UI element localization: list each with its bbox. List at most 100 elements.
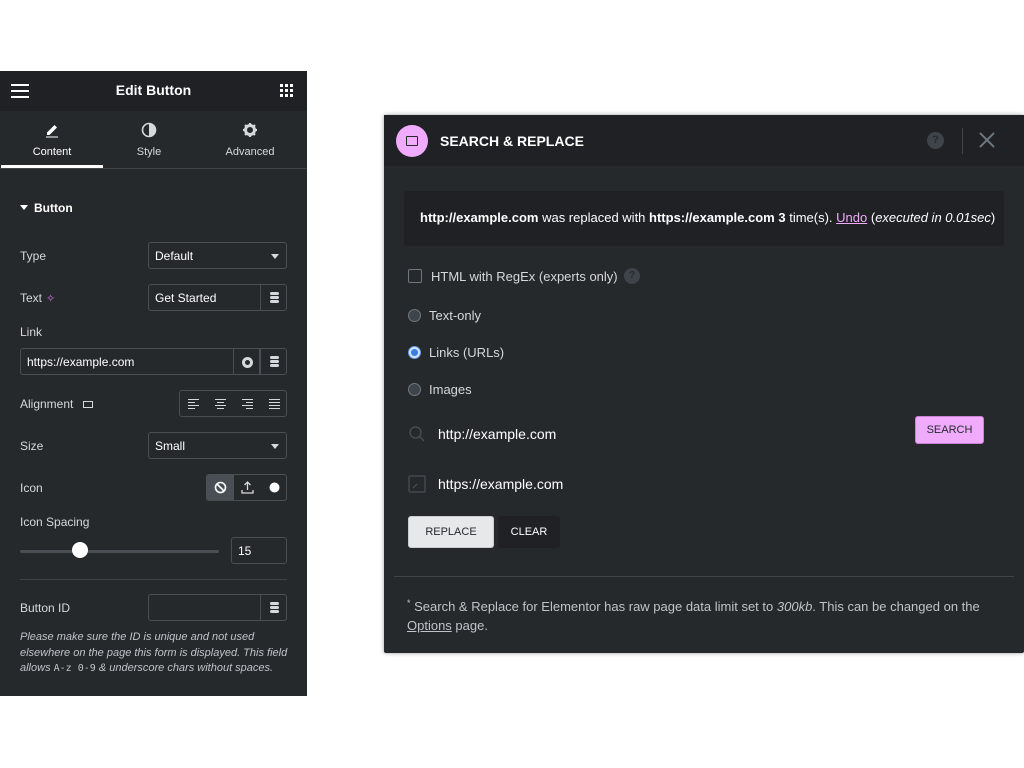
radio-button-checked[interactable] <box>408 346 421 359</box>
alignment-label-wrap: Alignment <box>20 397 94 411</box>
dynamic-tags-button[interactable] <box>260 284 287 311</box>
search-replace-logo-icon <box>396 125 428 157</box>
alignment-label: Alignment <box>20 397 74 411</box>
text-label: Text <box>20 291 43 305</box>
footer-text-3: page. <box>451 618 488 633</box>
button-id-input[interactable] <box>148 594 261 621</box>
upload-icon[interactable] <box>234 475 261 500</box>
replace-button[interactable]: REPLACE <box>408 516 494 548</box>
undo-link[interactable]: Undo <box>836 210 867 225</box>
pencil-icon <box>1 122 103 138</box>
mode-label: Images <box>429 382 472 397</box>
footer-text-2: . This can be changed on the <box>812 599 980 614</box>
icon-spacing-label: Icon Spacing <box>20 515 90 529</box>
type-label: Type <box>20 249 47 263</box>
alignment-choices <box>179 390 287 417</box>
regex-help-icon[interactable]: ? <box>624 268 640 284</box>
close-icon[interactable] <box>978 131 996 149</box>
editor-panel: Edit Button Content Style Advanced Butto… <box>0 71 307 696</box>
footer-divider <box>394 576 1014 577</box>
link-label: Link <box>20 325 43 339</box>
help-icon[interactable]: ? <box>927 132 944 149</box>
notice-replace-term: https://example.com <box>649 210 775 225</box>
size-select[interactable]: Small <box>148 432 287 459</box>
notice-close-paren: ) <box>990 210 996 225</box>
icon-label: Icon <box>20 481 43 495</box>
size-select-value: Small <box>155 439 186 453</box>
text-input[interactable]: Get Started <box>148 284 261 311</box>
mode-label: Text-only <box>429 308 482 323</box>
notice-execution-time: executed in 0.01sec <box>875 210 991 225</box>
search-icon <box>408 425 426 443</box>
footer-note: * Search & Replace for Elementor has raw… <box>407 594 1007 635</box>
replace-field: https://example.com <box>408 468 984 498</box>
panel-header: Edit Button <box>0 71 307 111</box>
half-circle-icon <box>98 122 200 138</box>
tab-content[interactable]: Content <box>1 111 103 168</box>
search-input[interactable]: http://example.com <box>438 426 556 442</box>
link-input[interactable]: https://example.com <box>20 348 234 375</box>
regex-label[interactable]: HTML with RegEx (experts only) <box>431 269 618 284</box>
replace-input[interactable]: https://example.com <box>438 476 563 492</box>
header-separator <box>962 128 963 154</box>
section-toggle-button[interactable]: Button <box>20 201 73 215</box>
desktop-icon[interactable] <box>83 401 94 408</box>
icon-spacing-slider-handle[interactable] <box>71 542 88 558</box>
align-justify-icon[interactable] <box>261 391 288 416</box>
link-options-button[interactable] <box>233 348 260 375</box>
gear-icon <box>199 122 301 138</box>
chevron-down-icon <box>271 254 279 259</box>
notice-text-2: time(s). <box>785 210 837 225</box>
type-select[interactable]: Default <box>148 242 287 269</box>
panel-title: Edit Button <box>115 82 192 98</box>
database-icon <box>270 602 279 613</box>
note-code: A-z 0-9 <box>53 663 96 674</box>
type-select-value: Default <box>155 249 194 263</box>
note-text-after: & underscore chars without spaces. <box>95 662 274 674</box>
notice-text-1: was replaced with <box>538 210 650 225</box>
search-button[interactable]: SEARCH <box>915 416 984 444</box>
tab-advanced-label: Advanced <box>225 146 275 158</box>
tab-style-label: Style <box>136 146 162 158</box>
section-title-label: Button <box>34 201 73 215</box>
notice-open-paren: ( <box>867 210 876 225</box>
radio-button[interactable] <box>408 383 421 396</box>
tab-advanced[interactable]: Advanced <box>199 111 301 168</box>
notice-count: 3 <box>778 210 786 225</box>
icon-spacing-input[interactable]: 15 <box>231 537 287 564</box>
link-dynamic-tags-button[interactable] <box>260 348 287 375</box>
circle-icon[interactable] <box>261 475 286 500</box>
tab-content-label: Content <box>32 146 72 158</box>
tab-style[interactable]: Style <box>98 111 200 168</box>
align-right-icon[interactable] <box>234 391 261 416</box>
size-label: Size <box>20 439 44 453</box>
divider <box>20 579 287 580</box>
database-icon <box>270 292 279 303</box>
panel-tabs: Content Style Advanced <box>0 111 307 169</box>
align-left-icon[interactable] <box>180 391 207 416</box>
none-icon[interactable] <box>207 475 234 500</box>
regex-checkbox[interactable] <box>408 269 422 283</box>
icon-choices <box>206 474 287 501</box>
chevron-down-icon <box>271 444 279 449</box>
options-link[interactable]: Options <box>407 618 452 633</box>
database-icon <box>270 356 279 367</box>
button-id-label: Button ID <box>20 601 71 615</box>
button-id-dynamic-tags-button[interactable] <box>260 594 287 621</box>
widgets-grid-icon[interactable] <box>280 84 294 98</box>
dialog-title: SEARCH & REPLACE <box>440 133 584 149</box>
text-label-wrap: Text ✧ <box>20 291 55 305</box>
search-replace-dialog: SEARCH & REPLACE ? http://example.com wa… <box>384 115 1024 653</box>
ai-sparkle-icon[interactable]: ✧ <box>46 292 55 305</box>
result-notice: http://example.com was replaced with htt… <box>404 191 1004 246</box>
replace-icon <box>408 475 426 493</box>
gear-icon <box>242 357 253 368</box>
mode-label: Links (URLs) <box>429 345 505 360</box>
radio-button[interactable] <box>408 309 421 322</box>
footer-text-1: Search & Replace for Elementor has raw p… <box>410 599 777 614</box>
clear-button[interactable]: CLEAR <box>498 516 560 548</box>
caret-down-icon <box>20 205 28 210</box>
notice-search-term: http://example.com <box>420 210 539 225</box>
align-center-icon[interactable] <box>207 391 234 416</box>
icon-spacing-slider-track[interactable] <box>20 550 219 553</box>
